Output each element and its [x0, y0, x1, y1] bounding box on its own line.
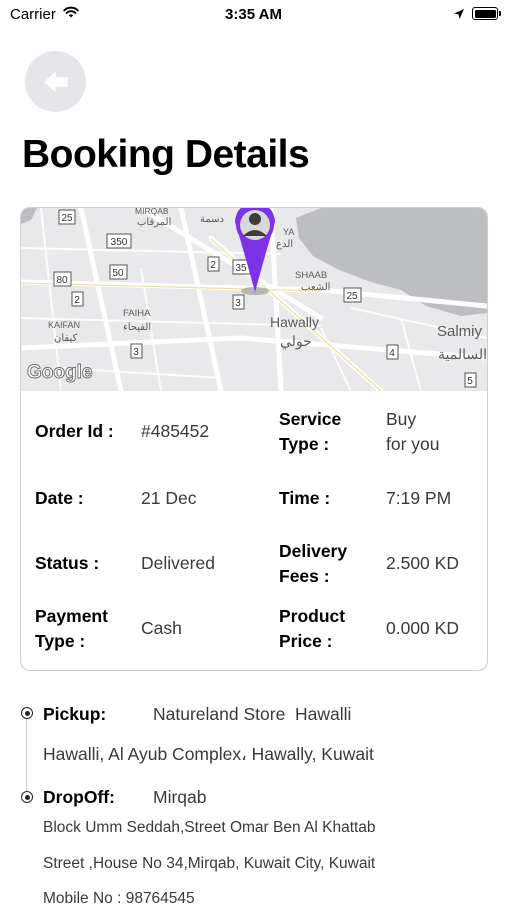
- svg-text:25: 25: [346, 291, 358, 302]
- order-id-value: #485452: [141, 421, 210, 441]
- map-label: الدع: [276, 239, 293, 250]
- date-label: Date :: [35, 488, 84, 508]
- location-arrow-icon: [453, 7, 465, 25]
- road-badge: 3: [130, 343, 143, 359]
- dropoff-address-line1: Block Umm Seddah,Street Omar Ben Al Khat…: [43, 819, 376, 836]
- status-value: Delivered: [141, 553, 215, 573]
- dropoff-label: DropOff:: [43, 787, 115, 807]
- map-label: Salmiy: [437, 323, 483, 340]
- svg-text:2: 2: [74, 295, 80, 306]
- payment-type-label-line1: Payment: [35, 606, 108, 626]
- clock: 3:35 AM: [225, 6, 282, 23]
- service-type-label-line2: Type :: [279, 434, 330, 454]
- svg-text:350: 350: [111, 237, 128, 248]
- dropoff-name: Mirqab: [153, 787, 207, 807]
- map-label: MIRQAB: [135, 208, 169, 216]
- map-label: دسمة: [200, 214, 224, 225]
- dropoff-address-line2: Street ,House No 34,Mirqab, Kuwait City,…: [43, 855, 376, 872]
- map-label: Hawally: [270, 314, 319, 330]
- svg-text:3: 3: [235, 298, 241, 309]
- svg-text:80: 80: [56, 275, 68, 286]
- map-label: FAIHA: [123, 308, 151, 319]
- road-badge: 25: [343, 287, 362, 303]
- road-badge: 3: [232, 294, 245, 310]
- order-id-label: Order Id :: [35, 421, 114, 441]
- map-label: السالمية: [438, 346, 487, 362]
- pickup-dot-icon: [21, 707, 33, 719]
- delivery-fees-label-line1: Delivery: [279, 541, 348, 561]
- map-pin-icon[interactable]: [235, 208, 275, 295]
- route-connector: [26, 712, 27, 797]
- road-badge: 5: [464, 372, 477, 388]
- svg-text:5: 5: [467, 376, 473, 387]
- map-label: الفيحاء: [123, 322, 151, 333]
- product-price-label-line2: Price :: [279, 631, 333, 651]
- time-value: 7:19 PM: [386, 488, 452, 508]
- map-label: YA: [283, 227, 294, 237]
- map-label: كيفان: [54, 333, 77, 344]
- road-badge: 4: [386, 344, 399, 360]
- back-button[interactable]: [25, 51, 86, 112]
- road-badge: 50: [109, 264, 128, 280]
- map-label: حولي: [280, 333, 312, 350]
- svg-text:50: 50: [112, 268, 124, 279]
- arrow-left-icon: [43, 71, 68, 92]
- product-price-label-line1: Product: [279, 606, 346, 626]
- payment-type-value: Cash: [141, 618, 182, 638]
- pickup-address: Hawalli, Al Ayub Complex، Hawally, Kuwai…: [43, 744, 374, 764]
- map-view[interactable]: MIRQAB المرقاب دسمة YA الدع SHAAB الشعب …: [21, 208, 487, 391]
- time-label: Time :: [279, 488, 331, 508]
- service-type-value-line2: for you: [386, 434, 440, 454]
- map-label: SHAAB: [295, 270, 327, 281]
- service-type-label-line1: Service: [279, 409, 342, 429]
- map-label: KAIFAN: [48, 320, 80, 330]
- svg-text:25: 25: [61, 213, 73, 224]
- booking-card: MIRQAB المرقاب دسمة YA الدع SHAAB الشعب …: [20, 207, 488, 671]
- road-badge: 350: [106, 233, 132, 249]
- svg-text:35: 35: [235, 263, 247, 274]
- payment-type-label-line2: Type :: [35, 631, 86, 651]
- service-type-value-line1: Buy: [386, 409, 417, 429]
- page-title: Booking Details: [22, 133, 310, 176]
- status-bar: Carrier 3:35 AM: [0, 0, 507, 28]
- road-badge: 2: [71, 291, 84, 307]
- map-label: الشعب: [301, 282, 330, 293]
- map-label: المرقاب: [137, 217, 171, 228]
- battery-icon: [472, 7, 501, 20]
- svg-text:4: 4: [389, 348, 395, 359]
- dropoff-dot-icon: [21, 791, 33, 803]
- delivery-fees-value: 2.500 KD: [386, 553, 459, 573]
- dropoff-mobile: Mobile No : 98764545: [43, 890, 195, 907]
- pickup-label: Pickup:: [43, 704, 107, 724]
- svg-text:2: 2: [210, 260, 216, 271]
- product-price-value: 0.000 KD: [386, 618, 459, 638]
- svg-text:3: 3: [133, 347, 139, 358]
- date-value: 21 Dec: [141, 488, 197, 508]
- status-label: Status :: [35, 553, 100, 573]
- pickup-name: Natureland Store Hawalli: [153, 704, 352, 724]
- road-badge: 80: [53, 271, 72, 287]
- road-badge: 2: [207, 256, 220, 272]
- delivery-fees-label-line2: Fees :: [279, 566, 330, 586]
- road-badge: 25: [58, 209, 76, 225]
- google-logo: Google: [27, 362, 92, 383]
